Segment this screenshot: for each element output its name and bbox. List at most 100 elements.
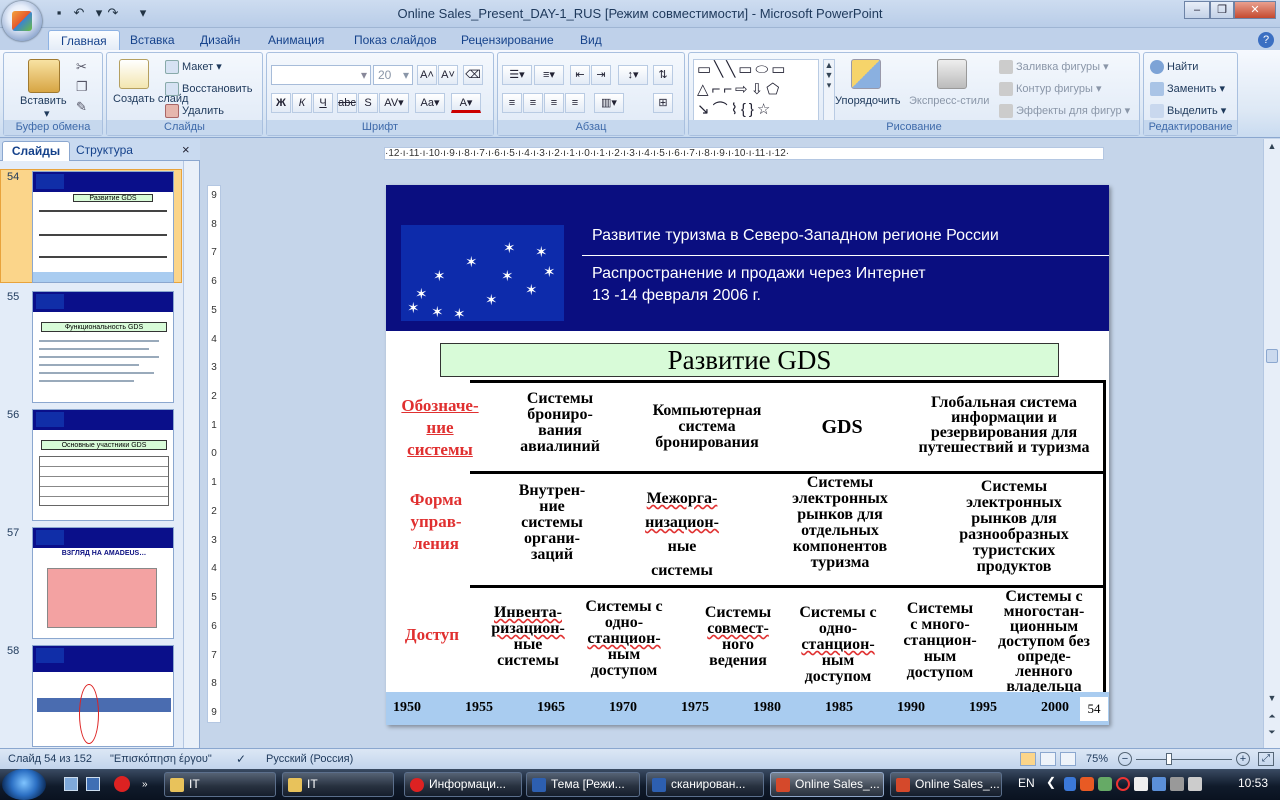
decrease-indent-icon[interactable]: ⇤ — [570, 65, 590, 85]
italic-icon[interactable]: К — [292, 93, 312, 113]
slide-thumbnail[interactable]: 54 Развитие GDS — [4, 171, 174, 283]
select-button[interactable]: Выделить ▾ — [1150, 104, 1226, 119]
tab-review[interactable]: Рецензирование — [449, 30, 566, 50]
zoom-level[interactable]: 75% — [1086, 749, 1108, 769]
bold-icon[interactable]: Ж — [271, 93, 291, 113]
taskbar-item[interactable]: сканирован... — [646, 772, 764, 797]
justify-icon[interactable]: ≡ — [565, 93, 585, 113]
start-button[interactable] — [2, 769, 46, 800]
paste-icon[interactable] — [28, 59, 60, 93]
taskbar-item[interactable]: Информаци... — [404, 772, 522, 797]
shapes-scroll[interactable]: ▲ ▼ ▾ — [823, 59, 835, 121]
normal-view-icon[interactable] — [1020, 752, 1036, 766]
network-icon[interactable] — [1152, 777, 1166, 791]
slides-pane-scrollbar[interactable] — [183, 161, 199, 748]
underline-icon[interactable]: Ч — [313, 93, 333, 113]
align-left-icon[interactable]: ≡ — [502, 93, 522, 113]
delete-slide-button[interactable]: Удалить — [165, 104, 224, 118]
tab-view[interactable]: Вид — [568, 30, 614, 50]
grow-font-icon[interactable]: A˄ — [417, 65, 437, 85]
bluetooth-icon[interactable] — [1064, 777, 1076, 791]
quick-styles-button[interactable]: Экспресс-стили — [909, 95, 989, 107]
new-slide-icon[interactable] — [119, 59, 149, 89]
align-right-icon[interactable]: ≡ — [544, 93, 564, 113]
zoom-in-icon[interactable]: + — [1236, 752, 1250, 766]
shape-fill-button[interactable]: Заливка фигуры ▾ — [999, 60, 1109, 75]
font-name-input[interactable]: ▾ — [271, 65, 371, 85]
zoom-slider-thumb[interactable] — [1166, 753, 1172, 765]
save-icon[interactable]: ▪ — [50, 4, 68, 22]
scroll-thumb[interactable] — [1266, 349, 1278, 363]
tab-outline[interactable]: Структура — [76, 143, 133, 157]
shrink-font-icon[interactable]: A˅ — [438, 65, 458, 85]
align-center-icon[interactable]: ≡ — [523, 93, 543, 113]
zoom-slider[interactable] — [1136, 759, 1232, 760]
language-indicator[interactable]: Русский (Россия) — [266, 749, 353, 769]
smartart-icon[interactable]: ⊞ — [653, 93, 673, 113]
line-spacing-icon[interactable]: ↕▾ — [618, 65, 648, 85]
find-button[interactable]: Найти — [1150, 60, 1198, 74]
cut-icon[interactable]: ✂ — [76, 59, 87, 75]
next-slide-icon[interactable]: ⏷ — [1266, 727, 1278, 738]
shape-effects-button[interactable]: Эффекты для фигур ▾ — [999, 104, 1130, 119]
tray-app-icon[interactable] — [1098, 777, 1112, 791]
spellcheck-icon[interactable]: ✓ — [236, 749, 246, 769]
increase-indent-icon[interactable]: ⇥ — [591, 65, 611, 85]
tab-home[interactable]: Главная — [48, 30, 120, 50]
shapes-gallery[interactable]: ▭╲╲▭⬭▭ △⌐⌐⇨⇩⬠ ↘⌒⌇{}☆ — [693, 59, 819, 121]
slide-thumbnail[interactable]: 56 Основные участники GDS — [4, 409, 174, 521]
customize-qat-icon[interactable]: ▾ — [134, 4, 152, 22]
slide-thumbnail[interactable]: 58 — [4, 645, 174, 757]
arrange-button[interactable]: Упорядочить — [835, 95, 900, 107]
quick-styles-icon[interactable] — [937, 59, 967, 89]
taskbar-item[interactable]: Тема [Режи... — [526, 772, 640, 797]
slide-title[interactable]: Развитие GDS — [440, 343, 1059, 377]
tab-slideshow[interactable]: Показ слайдов — [342, 30, 449, 50]
undo-icon[interactable]: ↶ — [70, 4, 88, 22]
slide-canvas[interactable]: ✶ ✶ ✶ ✶ ✶ ✶ ✶ ✶ ✶ ✶ ✶ ✶ Развитие туризма… — [386, 185, 1109, 725]
paste-button[interactable]: Вставить — [20, 95, 67, 107]
switch-windows-icon[interactable] — [86, 777, 100, 791]
font-size-input[interactable]: 20 ▾ — [373, 65, 413, 85]
font-color-icon[interactable]: A▾ — [451, 93, 481, 113]
antivirus-icon[interactable] — [1116, 777, 1130, 791]
quicklaunch-more-icon[interactable]: » — [142, 779, 148, 790]
taskbar-item[interactable]: Online Sales_... — [890, 772, 1002, 797]
format-painter-icon[interactable]: ✎ — [76, 99, 87, 115]
slideshow-view-icon[interactable] — [1060, 752, 1076, 766]
previous-slide-icon[interactable]: ⏶ — [1266, 711, 1278, 722]
opera-icon[interactable] — [114, 776, 130, 792]
tray-expand-icon[interactable]: ❮ — [1046, 775, 1056, 789]
tray-app-icon[interactable] — [1134, 777, 1148, 791]
tab-slides[interactable]: Слайды — [2, 141, 70, 161]
replace-button[interactable]: Заменить ▾ — [1150, 82, 1225, 97]
clock[interactable]: 10:53 — [1238, 776, 1268, 790]
taskbar-item[interactable]: IT — [164, 772, 276, 797]
slide-thumbnail[interactable]: 55 Функциональность GDS — [4, 291, 174, 403]
close-pane-icon[interactable]: × — [182, 142, 190, 157]
arrange-icon[interactable] — [851, 59, 881, 89]
columns-icon[interactable]: ▥▾ — [594, 93, 624, 113]
change-case-icon[interactable]: Aa▾ — [415, 93, 445, 113]
layout-button[interactable]: Макет ▾ — [165, 60, 222, 75]
tab-insert[interactable]: Вставка — [118, 30, 187, 50]
minimize-button[interactable]: – — [1184, 1, 1210, 19]
fit-to-window-icon[interactable]: ⤢ — [1258, 752, 1274, 766]
shape-outline-button[interactable]: Контур фигуры ▾ — [999, 82, 1102, 97]
theme-name[interactable]: "Επισκόπηση έργου" — [110, 749, 212, 769]
shadow-icon[interactable]: S — [358, 93, 378, 113]
text-direction-icon[interactable]: ⇅ — [653, 65, 673, 85]
reset-button[interactable]: Восстановить — [165, 82, 252, 96]
clear-formatting-icon[interactable]: ⌫ — [463, 65, 483, 85]
char-spacing-icon[interactable]: AV▾ — [379, 93, 409, 113]
close-button[interactable]: ✕ — [1234, 1, 1276, 19]
redo-icon[interactable]: ↷ — [104, 4, 122, 22]
taskbar-item[interactable]: Online Sales_... — [770, 772, 884, 797]
slide-sorter-icon[interactable] — [1040, 752, 1056, 766]
strikethrough-icon[interactable]: abc — [337, 93, 357, 113]
zoom-out-icon[interactable]: − — [1118, 752, 1132, 766]
show-desktop-icon[interactable] — [64, 777, 78, 791]
volume-icon[interactable] — [1170, 777, 1184, 791]
help-icon[interactable]: ? — [1258, 32, 1274, 48]
new-slide-button[interactable]: Создать слайд — [113, 93, 188, 106]
